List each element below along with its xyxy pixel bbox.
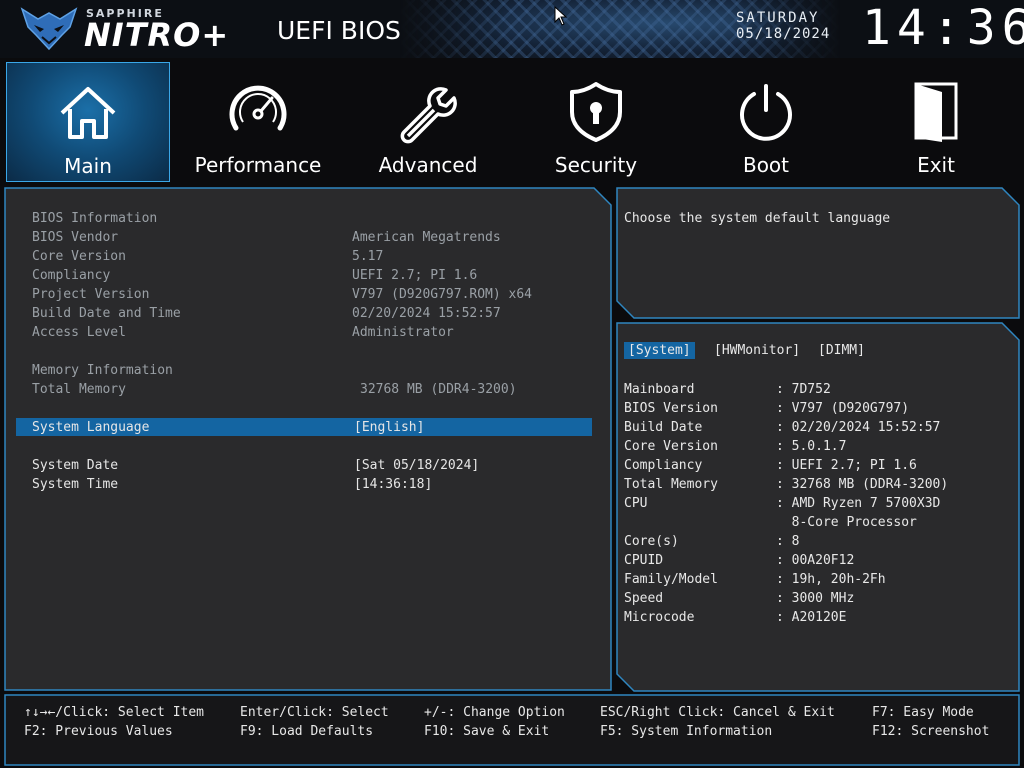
info-value: : 3000 MHz xyxy=(776,591,855,606)
info-tab-dimm[interactable]: [DIMM] xyxy=(814,342,869,359)
help-text: Choose the system default language xyxy=(624,211,891,226)
tab-exit[interactable]: Exit xyxy=(854,62,1018,182)
system-language-value[interactable]: [English] xyxy=(354,420,424,435)
info-label: CPUID xyxy=(624,553,664,568)
tab-boot-label: Boot xyxy=(742,153,790,177)
tab-main[interactable]: Main xyxy=(6,62,170,182)
info-label: BIOS Version xyxy=(624,401,718,416)
tab-security[interactable]: Security xyxy=(514,62,678,182)
info-value: : UEFI 2.7; PI 1.6 xyxy=(776,458,917,473)
core-version-value: 5.17 xyxy=(352,249,384,264)
info-value: : 5.0.1.7 xyxy=(776,439,847,454)
build-date-value: 02/20/2024 15:52:57 xyxy=(352,306,501,321)
hotkey-previous-values[interactable]: F2: Previous Values xyxy=(24,724,173,739)
tab-exit-label: Exit xyxy=(917,153,955,177)
core-version-label: Core Version xyxy=(32,249,126,264)
power-icon xyxy=(740,84,792,141)
day-of-week: SATURDAY xyxy=(736,10,820,26)
info-label: Core Version xyxy=(624,439,718,454)
shield-lock-icon xyxy=(570,82,622,142)
hotkey-system-information[interactable]: F5: System Information xyxy=(600,724,772,739)
info-label: Compliancy xyxy=(624,458,703,473)
system-date-label: System Date xyxy=(32,458,119,473)
info-label: Mainboard xyxy=(624,382,695,397)
project-version-value: V797 (D920G797.ROM) x64 xyxy=(352,287,533,302)
brand-nitro: NITRO+ xyxy=(84,16,230,54)
main-settings-panel: BIOS Information BIOS Vendor American Me… xyxy=(4,187,612,691)
info-label: CPU xyxy=(624,496,648,511)
memory-info-heading: Memory Information xyxy=(32,363,173,378)
bios-vendor-value: American Megatrends xyxy=(352,230,501,245)
info-value: : 7D752 xyxy=(776,382,831,397)
info-label: Family/Model xyxy=(624,572,718,587)
info-value: : 19h, 20h-2Fh xyxy=(776,572,886,587)
system-info-panel: [System] [HWMonitor] [DIMM] Mainboard : … xyxy=(616,322,1020,692)
access-level-label: Access Level xyxy=(32,325,126,340)
speedometer-icon xyxy=(229,85,287,131)
header-bar: SAPPHIRE NITRO+ UEFI BIOS SATURDAY 05/18… xyxy=(0,0,1024,58)
info-value: : 32768 MB (DDR4-3200) xyxy=(776,477,949,492)
info-value: : A20120E xyxy=(776,610,847,625)
tab-advanced[interactable]: Advanced xyxy=(346,62,510,182)
project-version-label: Project Version xyxy=(32,287,150,302)
hotkey-cancel-exit: ESC/Right Click: Cancel & Exit xyxy=(600,705,835,720)
info-label: Microcode xyxy=(624,610,695,625)
total-memory-value: 32768 MB (DDR4-3200) xyxy=(360,382,517,397)
compliancy-value: UEFI 2.7; PI 1.6 xyxy=(352,268,478,283)
info-value: : 00A20F12 xyxy=(776,553,855,568)
tab-security-label: Security xyxy=(554,153,638,177)
footer-keys-panel: ↑↓→←/Click: Select Item Enter/Click: Sel… xyxy=(4,694,1020,766)
hotkey-load-defaults[interactable]: F9: Load Defaults xyxy=(240,724,373,739)
info-value: : 02/20/2024 15:52:57 xyxy=(776,420,941,435)
mouse-pointer-icon xyxy=(554,6,568,26)
hotkey-easy-mode[interactable]: F7: Easy Mode xyxy=(872,705,974,720)
bios-vendor-label: BIOS Vendor xyxy=(32,230,119,245)
info-label: Core(s) xyxy=(624,534,679,549)
info-value: : V797 (D920G797) xyxy=(776,401,910,416)
current-date: 05/18/2024 xyxy=(736,26,831,42)
tab-performance-label: Performance xyxy=(194,153,322,177)
help-panel: Choose the system default language xyxy=(616,187,1020,319)
info-label: Speed xyxy=(624,591,664,606)
system-time-value[interactable]: [14:36:18] xyxy=(354,477,432,492)
system-language-label: System Language xyxy=(32,420,150,435)
info-label: Total Memory xyxy=(624,477,718,492)
access-level-value: Administrator xyxy=(352,325,454,340)
build-date-label: Build Date and Time xyxy=(32,306,181,321)
compliancy-label: Compliancy xyxy=(32,268,111,283)
info-label: Build Date xyxy=(624,420,703,435)
info-value: : AMD Ryzen 7 5700X3D xyxy=(776,496,941,511)
tab-advanced-label: Advanced xyxy=(378,153,478,177)
info-value: : 8 xyxy=(776,534,800,549)
hotkey-enter-select: Enter/Click: Select xyxy=(240,705,389,720)
tab-main-label: Main xyxy=(64,154,112,178)
tab-performance[interactable]: Performance xyxy=(176,62,340,182)
info-tab-hwmonitor[interactable]: [HWMonitor] xyxy=(710,342,804,359)
wrench-icon xyxy=(400,87,457,144)
tab-boot[interactable]: Boot xyxy=(684,62,848,182)
hotkey-screenshot[interactable]: F12: Screenshot xyxy=(872,724,989,739)
hotkey-change-option: +/-: Change Option xyxy=(424,705,565,720)
clock: 14:36 xyxy=(862,0,1024,56)
panel-frame xyxy=(616,187,1020,319)
hotkey-select-item: ↑↓→←/Click: Select Item xyxy=(24,705,205,720)
system-date-value[interactable]: [Sat 05/18/2024] xyxy=(354,458,479,473)
info-value: 8-Core Processor xyxy=(776,515,917,530)
bios-info-heading: BIOS Information xyxy=(32,211,158,226)
total-memory-label: Total Memory xyxy=(32,382,126,397)
home-icon xyxy=(60,87,116,139)
hotkey-save-exit[interactable]: F10: Save & Exit xyxy=(424,724,549,739)
door-icon xyxy=(914,82,958,142)
system-time-label: System Time xyxy=(32,477,119,492)
info-tab-system[interactable]: [System] xyxy=(624,342,695,359)
sapphire-wolf-logo-icon xyxy=(20,7,78,51)
bios-title: UEFI BIOS xyxy=(277,16,401,45)
